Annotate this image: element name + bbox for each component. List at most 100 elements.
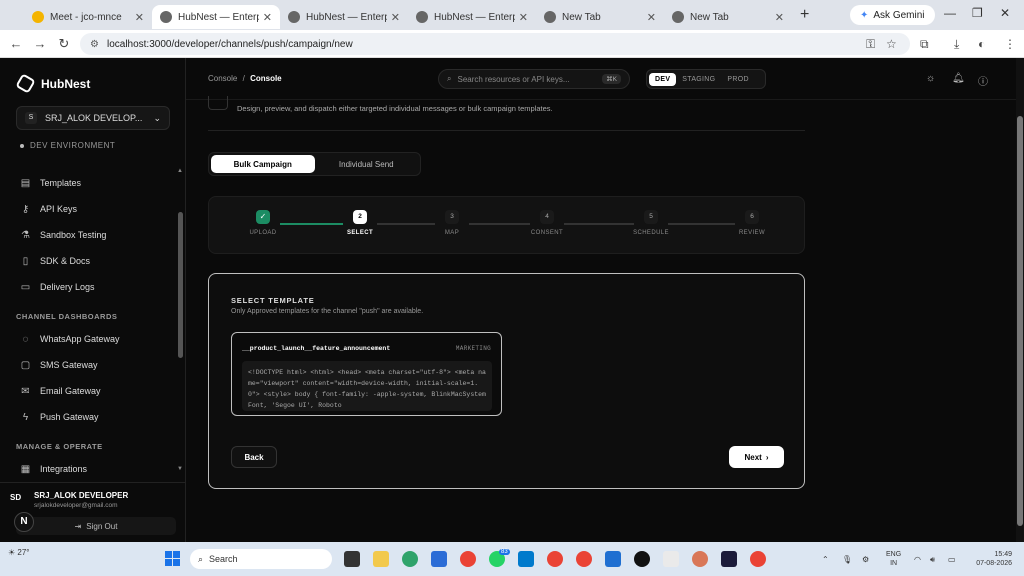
environment-label: DEV ENVIRONMENT	[30, 141, 116, 150]
template-option[interactable]: __product_launch__feature_announcement M…	[231, 332, 502, 416]
file-explorer-icon[interactable]	[373, 551, 389, 567]
new-tab-button[interactable]: +	[800, 6, 809, 24]
chatgpt-icon[interactable]	[634, 551, 650, 567]
theme-sun-icon[interactable]: ☼	[926, 73, 935, 84]
url-field[interactable]: ⚙ localhost:3000/developer/channels/push…	[80, 33, 910, 55]
next-button[interactable]: Next ›	[729, 446, 784, 468]
scroll-down-icon[interactable]: ▼	[177, 466, 183, 472]
divider	[208, 130, 805, 131]
sidebar-item-delivery-logs[interactable]: ▭ Delivery Logs	[0, 274, 176, 300]
env-tab-prod[interactable]: PROD	[721, 73, 754, 86]
browser-tab[interactable]: HubNest — Enterprise ✕	[408, 5, 536, 29]
site-info-icon[interactable]: ⚙	[90, 39, 99, 50]
browser-tab[interactable]: New Tab ✕	[536, 5, 664, 29]
browser-tab[interactable]: HubNest — Enterprise ✕	[152, 5, 280, 29]
wifi-icon[interactable]: ◠	[914, 555, 921, 564]
tab-favicon-icon	[32, 11, 44, 23]
sidebar-item-sms-gateway[interactable]: ▢ SMS Gateway	[0, 352, 176, 378]
template-category-badge: MARKETING	[455, 345, 491, 352]
tray-chevron-icon[interactable]: ⌃	[822, 555, 829, 564]
app-icon[interactable]	[605, 551, 621, 567]
tab-bulk-campaign[interactable]: Bulk Campaign	[211, 155, 315, 173]
close-icon[interactable]: ✕	[519, 11, 528, 24]
browser-tab[interactable]: New Tab ✕	[664, 5, 792, 29]
sidebar-item-templates[interactable]: ▤ Templates	[0, 170, 176, 196]
minimize-icon[interactable]: —	[944, 6, 956, 20]
store-icon[interactable]	[431, 551, 447, 567]
browser-tab[interactable]: Meet - jco-mnce ✕	[24, 5, 152, 29]
back-arrow-icon[interactable]: ←	[4, 36, 28, 51]
battery-icon[interactable]: ▭	[948, 555, 956, 564]
close-window-icon[interactable]: ✕	[1000, 6, 1010, 20]
chrome-active-icon[interactable]	[547, 551, 563, 567]
step-upload: ✓ UPLOAD	[233, 210, 293, 236]
sidebar-item-api-keys[interactable]: ⚷ API Keys	[0, 196, 176, 222]
status-dot-icon	[20, 143, 24, 148]
app-a-icon[interactable]	[663, 551, 679, 567]
breadcrumb-root[interactable]: Console	[208, 74, 237, 83]
chrome-extra-icon[interactable]	[750, 551, 766, 567]
tab-favicon-icon	[672, 11, 684, 23]
step-consent: 4 CONSENT	[517, 210, 577, 236]
sidebar-item-integrations[interactable]: ▦ Integrations	[0, 456, 176, 482]
env-tab-staging[interactable]: STAGING	[676, 73, 721, 86]
sidebar-item-sdk-docs[interactable]: ▯ SDK & Docs	[0, 248, 176, 274]
sidebar-item-sandbox-testing[interactable]: ⚗ Sandbox Testing	[0, 222, 176, 248]
language-indicator[interactable]: ENG IN	[886, 550, 901, 568]
sidebar-item-push-gateway[interactable]: ϟ Push Gateway	[0, 404, 176, 430]
page-scrollbar[interactable]	[1016, 58, 1024, 542]
back-button[interactable]: Back	[231, 446, 277, 468]
workspace-select[interactable]: S SRJ_ALOK DEVELOP... ⌄	[16, 106, 170, 130]
close-icon[interactable]: ✕	[135, 11, 144, 24]
key-icon[interactable]: ⚿	[866, 37, 875, 52]
taskbar-search[interactable]: ⌕ Search	[190, 549, 332, 569]
page-scroll-thumb[interactable]	[1017, 116, 1023, 526]
app-dark-icon[interactable]	[721, 551, 737, 567]
sidebar-item-email-gateway[interactable]: ✉ Email Gateway	[0, 378, 176, 404]
chrome-profile-icon[interactable]	[576, 551, 592, 567]
close-icon[interactable]: ✕	[775, 11, 784, 24]
forward-arrow-icon[interactable]: →	[28, 36, 52, 51]
step-indicator: 3	[445, 210, 459, 224]
chrome-icon[interactable]	[460, 551, 476, 567]
search-input[interactable]: ⌕ Search resources or API keys... ⌘K	[438, 69, 630, 89]
sign-out-button[interactable]: ⇥ Sign Out	[16, 517, 176, 535]
page-back-button[interactable]	[208, 96, 228, 110]
bookmark-star-icon[interactable]: ☆	[886, 37, 897, 51]
next-logo-icon[interactable]: N	[14, 512, 34, 532]
clock[interactable]: 15:49 07-08-2026	[966, 550, 1012, 568]
task-view-icon[interactable]	[344, 551, 360, 567]
close-icon[interactable]: ✕	[647, 11, 656, 24]
scroll-up-icon[interactable]: ▲	[177, 168, 183, 174]
tab-individual-send[interactable]: Individual Send	[315, 155, 419, 173]
env-tab-dev[interactable]: DEV	[649, 72, 677, 86]
reload-icon[interactable]: ↻	[52, 36, 76, 52]
sidebar-section-heading: MANAGE & OPERATE	[16, 441, 103, 451]
profile-icon[interactable]: ◐	[978, 37, 985, 51]
weather-widget[interactable]: ☀ 27°	[8, 548, 30, 557]
edge-icon[interactable]	[402, 551, 418, 567]
extensions-icon[interactable]: ⧉	[920, 37, 929, 52]
bell-icon[interactable]: 🔔︎	[952, 73, 965, 84]
sidebar-item-whatsapp-gateway[interactable]: ◌ WhatsApp Gateway	[0, 326, 176, 352]
windows-start-icon[interactable]	[165, 551, 181, 567]
menu-kebab-icon[interactable]: ⋮	[1004, 37, 1016, 51]
breadcrumb-current: Console	[250, 74, 282, 83]
download-icon[interactable]: ⤓	[954, 37, 959, 52]
tray-icon[interactable]: ⚙	[862, 555, 869, 564]
mic-icon[interactable]: 🎙︎	[842, 555, 852, 564]
help-icon[interactable]: ⓘ	[978, 73, 988, 88]
volume-icon[interactable]: 🔊︎	[930, 555, 935, 565]
sidebar-scroll-thumb[interactable]	[178, 212, 183, 358]
browser-tab[interactable]: HubNest — Enterprise ✕	[280, 5, 408, 29]
claude-icon[interactable]	[692, 551, 708, 567]
sidebar-item-label: Email Gateway	[40, 386, 101, 396]
restore-icon[interactable]: ❐	[972, 6, 983, 20]
brand[interactable]: HubNest	[15, 73, 90, 94]
sidebar-item-label: API Keys	[40, 204, 78, 214]
close-icon[interactable]: ✕	[391, 11, 400, 24]
sidebar-scrollbar[interactable]: ▲ ▼	[177, 168, 183, 476]
close-icon[interactable]: ✕	[263, 11, 272, 24]
ask-gemini-button[interactable]: ✦ Ask Gemini	[850, 5, 935, 25]
vscode-icon[interactable]	[518, 551, 534, 567]
